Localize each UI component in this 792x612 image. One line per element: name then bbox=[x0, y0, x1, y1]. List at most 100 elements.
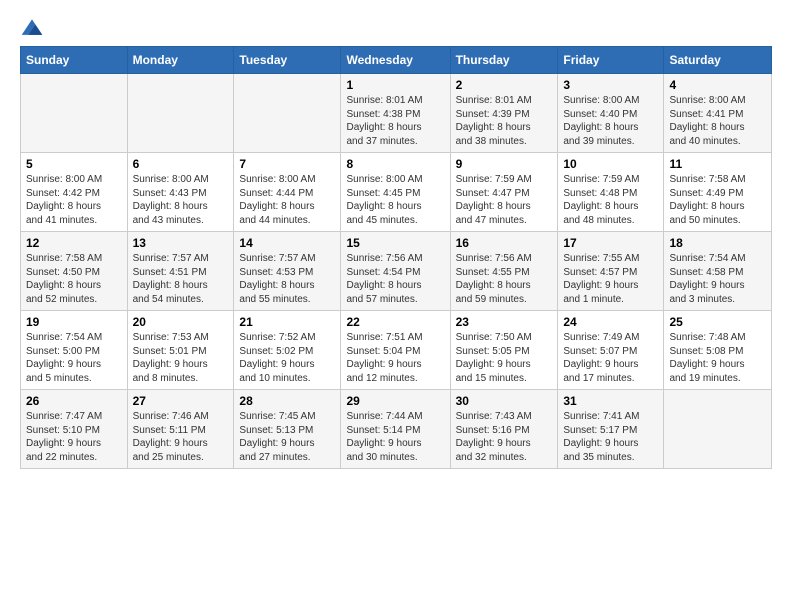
day-number: 29 bbox=[346, 394, 444, 408]
calendar-cell: 7 Sunrise: 8:00 AM Sunset: 4:44 PM Daylig… bbox=[234, 153, 341, 232]
day-info: Sunrise: 7:59 AM Sunset: 4:47 PM Dayligh… bbox=[456, 173, 553, 227]
day-info: Sunrise: 8:00 AM Sunset: 4:44 PM Dayligh… bbox=[239, 173, 335, 227]
calendar-cell: 23 Sunrise: 7:50 AM Sunset: 5:05 PM Dayli… bbox=[450, 311, 558, 390]
day-number: 16 bbox=[456, 236, 553, 250]
page: SundayMondayTuesdayWednesdayThursdayFrid… bbox=[0, 0, 792, 479]
day-info: Sunrise: 7:54 AM Sunset: 4:58 PM Dayligh… bbox=[669, 252, 766, 306]
day-info: Sunrise: 8:01 AM Sunset: 4:38 PM Dayligh… bbox=[346, 94, 444, 148]
day-number: 13 bbox=[133, 236, 229, 250]
calendar-cell: 25 Sunrise: 7:48 AM Sunset: 5:08 PM Dayli… bbox=[664, 311, 772, 390]
day-number: 19 bbox=[26, 315, 122, 329]
calendar-cell bbox=[234, 74, 341, 153]
day-info: Sunrise: 7:45 AM Sunset: 5:13 PM Dayligh… bbox=[239, 410, 335, 464]
day-info: Sunrise: 7:51 AM Sunset: 5:04 PM Dayligh… bbox=[346, 331, 444, 385]
day-info: Sunrise: 7:48 AM Sunset: 5:08 PM Dayligh… bbox=[669, 331, 766, 385]
day-number: 14 bbox=[239, 236, 335, 250]
day-number: 25 bbox=[669, 315, 766, 329]
weekday-header-thursday: Thursday bbox=[450, 47, 558, 74]
day-info: Sunrise: 7:49 AM Sunset: 5:07 PM Dayligh… bbox=[563, 331, 658, 385]
day-info: Sunrise: 7:57 AM Sunset: 4:53 PM Dayligh… bbox=[239, 252, 335, 306]
calendar-cell bbox=[664, 390, 772, 469]
day-info: Sunrise: 7:58 AM Sunset: 4:49 PM Dayligh… bbox=[669, 173, 766, 227]
calendar-cell: 8 Sunrise: 8:00 AM Sunset: 4:45 PM Daylig… bbox=[341, 153, 450, 232]
day-number: 5 bbox=[26, 157, 122, 171]
calendar-cell: 3Sunrise: 8:00 AM Sunset: 4:40 PM Daylig… bbox=[558, 74, 664, 153]
day-number: 8 bbox=[346, 157, 444, 171]
calendar-cell: 18 Sunrise: 7:54 AM Sunset: 4:58 PM Dayli… bbox=[664, 232, 772, 311]
calendar-cell: 27Sunrise: 7:46 AM Sunset: 5:11 PM Dayli… bbox=[127, 390, 234, 469]
day-number: 11 bbox=[669, 157, 766, 171]
day-info: Sunrise: 8:01 AM Sunset: 4:39 PM Dayligh… bbox=[456, 94, 553, 148]
calendar-cell: 26Sunrise: 7:47 AM Sunset: 5:10 PM Dayli… bbox=[21, 390, 128, 469]
day-info: Sunrise: 8:00 AM Sunset: 4:42 PM Dayligh… bbox=[26, 173, 122, 227]
day-number: 4 bbox=[669, 78, 766, 92]
weekday-header-monday: Monday bbox=[127, 47, 234, 74]
page-header bbox=[20, 16, 772, 40]
calendar-cell: 19 Sunrise: 7:54 AM Sunset: 5:00 PM Dayli… bbox=[21, 311, 128, 390]
day-info: Sunrise: 7:56 AM Sunset: 4:54 PM Dayligh… bbox=[346, 252, 444, 306]
day-info: Sunrise: 7:47 AM Sunset: 5:10 PM Dayligh… bbox=[26, 410, 122, 464]
weekday-header-saturday: Saturday bbox=[664, 47, 772, 74]
calendar-cell: 2 Sunrise: 8:01 AM Sunset: 4:39 PM Daylig… bbox=[450, 74, 558, 153]
day-number: 30 bbox=[456, 394, 553, 408]
day-info: Sunrise: 7:55 AM Sunset: 4:57 PM Dayligh… bbox=[563, 252, 658, 306]
day-number: 17 bbox=[563, 236, 658, 250]
calendar-cell: 15 Sunrise: 7:56 AM Sunset: 4:54 PM Dayli… bbox=[341, 232, 450, 311]
weekday-header-wednesday: Wednesday bbox=[341, 47, 450, 74]
calendar-row-4: 26Sunrise: 7:47 AM Sunset: 5:10 PM Dayli… bbox=[21, 390, 772, 469]
weekday-header-row: SundayMondayTuesdayWednesdayThursdayFrid… bbox=[21, 47, 772, 74]
day-info: Sunrise: 7:59 AM Sunset: 4:48 PM Dayligh… bbox=[563, 173, 658, 227]
calendar-cell: 11 Sunrise: 7:58 AM Sunset: 4:49 PM Dayli… bbox=[664, 153, 772, 232]
day-info: Sunrise: 7:50 AM Sunset: 5:05 PM Dayligh… bbox=[456, 331, 553, 385]
day-number: 21 bbox=[239, 315, 335, 329]
day-number: 27 bbox=[133, 394, 229, 408]
weekday-header-friday: Friday bbox=[558, 47, 664, 74]
day-info: Sunrise: 7:41 AM Sunset: 5:17 PM Dayligh… bbox=[563, 410, 658, 464]
calendar-cell: 31 Sunrise: 7:41 AM Sunset: 5:17 PM Dayli… bbox=[558, 390, 664, 469]
calendar-row-0: 1Sunrise: 8:01 AM Sunset: 4:38 PM Daylig… bbox=[21, 74, 772, 153]
day-info: Sunrise: 7:43 AM Sunset: 5:16 PM Dayligh… bbox=[456, 410, 553, 464]
logo-icon bbox=[20, 16, 44, 40]
logo bbox=[20, 16, 48, 40]
calendar-cell bbox=[127, 74, 234, 153]
day-number: 3 bbox=[563, 78, 658, 92]
day-info: Sunrise: 8:00 AM Sunset: 4:45 PM Dayligh… bbox=[346, 173, 444, 227]
day-number: 15 bbox=[346, 236, 444, 250]
day-info: Sunrise: 8:00 AM Sunset: 4:41 PM Dayligh… bbox=[669, 94, 766, 148]
day-info: Sunrise: 7:54 AM Sunset: 5:00 PM Dayligh… bbox=[26, 331, 122, 385]
day-number: 2 bbox=[456, 78, 553, 92]
calendar-cell: 4 Sunrise: 8:00 AM Sunset: 4:41 PM Daylig… bbox=[664, 74, 772, 153]
calendar-table: SundayMondayTuesdayWednesdayThursdayFrid… bbox=[20, 46, 772, 469]
day-number: 6 bbox=[133, 157, 229, 171]
day-info: Sunrise: 7:57 AM Sunset: 4:51 PM Dayligh… bbox=[133, 252, 229, 306]
day-number: 12 bbox=[26, 236, 122, 250]
day-number: 10 bbox=[563, 157, 658, 171]
calendar-cell: 30 Sunrise: 7:43 AM Sunset: 5:16 PM Dayli… bbox=[450, 390, 558, 469]
day-number: 23 bbox=[456, 315, 553, 329]
day-number: 24 bbox=[563, 315, 658, 329]
day-number: 31 bbox=[563, 394, 658, 408]
weekday-header-tuesday: Tuesday bbox=[234, 47, 341, 74]
calendar-cell: 6 Sunrise: 8:00 AM Sunset: 4:43 PM Daylig… bbox=[127, 153, 234, 232]
day-number: 20 bbox=[133, 315, 229, 329]
calendar-row-3: 19 Sunrise: 7:54 AM Sunset: 5:00 PM Dayli… bbox=[21, 311, 772, 390]
day-info: Sunrise: 8:00 AM Sunset: 4:43 PM Dayligh… bbox=[133, 173, 229, 227]
calendar-cell bbox=[21, 74, 128, 153]
calendar-row-1: 5 Sunrise: 8:00 AM Sunset: 4:42 PM Daylig… bbox=[21, 153, 772, 232]
day-info: Sunrise: 7:56 AM Sunset: 4:55 PM Dayligh… bbox=[456, 252, 553, 306]
day-number: 22 bbox=[346, 315, 444, 329]
calendar-cell: 14 Sunrise: 7:57 AM Sunset: 4:53 PM Dayli… bbox=[234, 232, 341, 311]
calendar-cell: 9Sunrise: 7:59 AM Sunset: 4:47 PM Daylig… bbox=[450, 153, 558, 232]
day-number: 7 bbox=[239, 157, 335, 171]
calendar-cell: 10 Sunrise: 7:59 AM Sunset: 4:48 PM Dayli… bbox=[558, 153, 664, 232]
calendar-cell: 21 Sunrise: 7:52 AM Sunset: 5:02 PM Dayli… bbox=[234, 311, 341, 390]
calendar-cell: 22 Sunrise: 7:51 AM Sunset: 5:04 PM Dayli… bbox=[341, 311, 450, 390]
calendar-cell: 20Sunrise: 7:53 AM Sunset: 5:01 PM Dayli… bbox=[127, 311, 234, 390]
day-info: Sunrise: 7:52 AM Sunset: 5:02 PM Dayligh… bbox=[239, 331, 335, 385]
day-number: 18 bbox=[669, 236, 766, 250]
calendar-cell: 16 Sunrise: 7:56 AM Sunset: 4:55 PM Dayli… bbox=[450, 232, 558, 311]
day-info: Sunrise: 7:44 AM Sunset: 5:14 PM Dayligh… bbox=[346, 410, 444, 464]
calendar-cell: 12Sunrise: 7:58 AM Sunset: 4:50 PM Dayli… bbox=[21, 232, 128, 311]
calendar-cell: 24 Sunrise: 7:49 AM Sunset: 5:07 PM Dayli… bbox=[558, 311, 664, 390]
calendar-cell: 29 Sunrise: 7:44 AM Sunset: 5:14 PM Dayli… bbox=[341, 390, 450, 469]
